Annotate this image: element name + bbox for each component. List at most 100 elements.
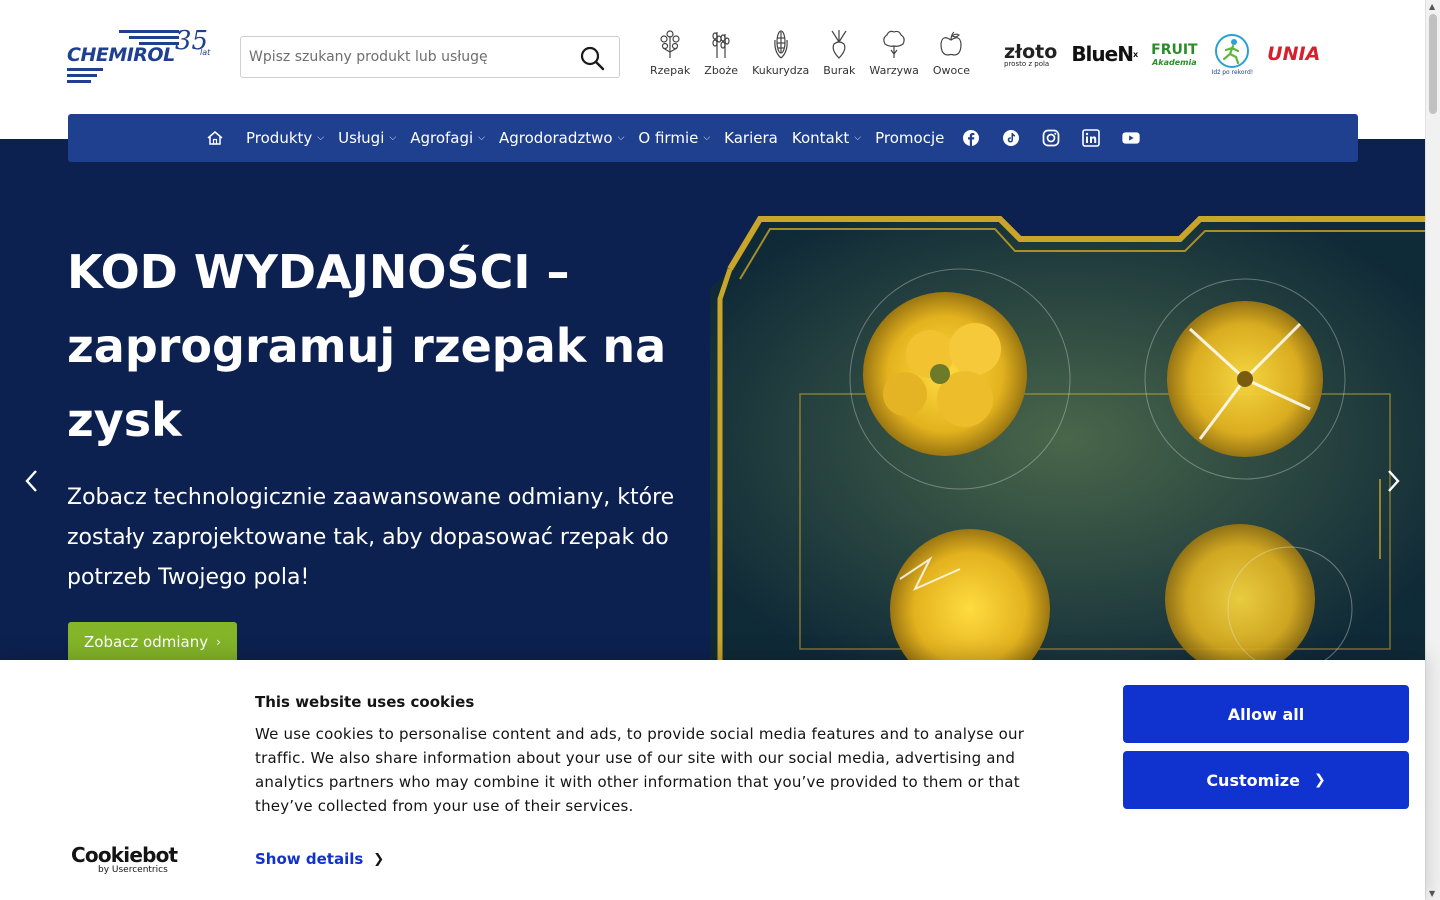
crop-categories: Rzepak Zboże Kukurydza Burak Warzywa Owo… — [650, 28, 984, 77]
show-details-label: Show details — [255, 850, 364, 868]
nav-kariera[interactable]: Kariera — [724, 129, 778, 147]
slider-prev-arrow[interactable] — [20, 467, 44, 495]
brand-bluen-logo[interactable]: BlueN x — [1071, 42, 1138, 66]
search-icon[interactable] — [579, 45, 605, 71]
fruit-icon — [940, 31, 963, 56]
runner-icon — [1215, 33, 1250, 68]
hero-subtitle: Zobacz technologicznie zaawansowane odmi… — [67, 485, 675, 590]
nav-label: Kariera — [724, 129, 778, 147]
social-facebook[interactable] — [962, 129, 980, 147]
scroll-up-arrow[interactable]: ▲ — [1429, 2, 1435, 11]
facebook-icon — [963, 130, 980, 146]
home-icon — [207, 131, 223, 145]
cookiebot-name: Cookiebot — [71, 843, 178, 867]
hero-cta-button[interactable]: Zobacz odmiany › — [68, 622, 237, 660]
crop-zboze[interactable]: Zboże — [704, 28, 738, 77]
show-details-link[interactable]: Show details ❯ — [255, 850, 384, 868]
brand-idz-po-rekord-logo[interactable]: Idź po rekord! — [1211, 33, 1254, 76]
chevron-right-icon: ❯ — [373, 851, 385, 867]
nav-promocje[interactable]: Promocje — [875, 129, 944, 147]
hero-rapeseed-image — [710, 216, 1425, 660]
crop-warzywa[interactable]: Warzywa — [869, 28, 919, 77]
cookiebot-logo[interactable]: Cookiebot by Usercentrics — [71, 843, 178, 875]
nav-label: Promocje — [875, 129, 945, 147]
brand-bluen-mark: x — [1132, 49, 1138, 59]
nav-label: Usługi — [338, 129, 385, 147]
cookie-title: This website uses cookies — [255, 693, 475, 711]
nav-label: Produkty — [246, 129, 313, 147]
nav-agrofagi[interactable]: Agrofagi ⌵ — [410, 129, 485, 147]
allow-all-button[interactable]: Allow all — [1123, 685, 1409, 743]
social-youtube[interactable] — [1122, 129, 1140, 147]
brand-unia-name: UNIA — [1267, 43, 1321, 65]
crop-kukurydza[interactable]: Kukurydza — [752, 28, 809, 77]
social-instagram[interactable] — [1042, 129, 1060, 147]
crop-label: Kukurydza — [752, 64, 810, 77]
brand-zloto-tagline: prosto z pola — [1004, 59, 1050, 68]
grain-icon — [712, 32, 730, 58]
nav-kontakt[interactable]: Kontakt ⌵ — [792, 129, 861, 147]
cookie-description: We use cookies to personalise content an… — [255, 725, 1025, 815]
nav-o-firmie[interactable]: O firmie ⌵ — [638, 129, 710, 147]
brand-logos: złoto prosto z pola BlueN x FRUIT Akademi… — [1004, 30, 1334, 78]
crop-label: Burak — [823, 64, 856, 77]
hero-title: KOD WYDAJNOŚCI – zaprogramuj rzepak na z… — [67, 245, 667, 447]
nav-agrodoradztwo[interactable]: Agrodoradztwo ⌵ — [499, 129, 624, 147]
slider-next-arrow[interactable] — [1381, 467, 1405, 495]
logo-wordmark: CHEMIROL — [67, 44, 175, 66]
tiktok-icon — [1003, 130, 1020, 146]
crop-rzepak[interactable]: Rzepak — [650, 28, 690, 77]
crop-label: Rzepak — [650, 64, 691, 77]
scroll-thumb[interactable] — [1429, 14, 1437, 114]
instagram-icon — [1042, 129, 1060, 147]
corn-icon — [773, 30, 788, 59]
brand-fruit-name: FRUIT — [1151, 41, 1198, 58]
scroll-down-arrow[interactable]: ▼ — [1429, 889, 1435, 898]
brand-bluen-name: BlueN — [1071, 42, 1134, 66]
chevron-down-icon: ⌵ — [389, 133, 397, 143]
main-navigation: Produkty ⌵ Usługi ⌵ Agrofagi ⌵ Agrodoradztw… — [68, 114, 1358, 162]
social-linkedin[interactable] — [1082, 129, 1101, 147]
nav-label: Kontakt — [791, 129, 850, 147]
crop-owoce[interactable]: Owoce — [933, 28, 970, 77]
hero-slider: KOD WYDAJNOŚCI – zaprogramuj rzepak na z… — [0, 139, 1425, 660]
nav-uslugi[interactable]: Usługi ⌵ — [338, 129, 396, 147]
chevron-down-icon: ⌵ — [854, 133, 862, 143]
crop-label: Owoce — [932, 64, 971, 77]
brand-fruit-sub: Akademia — [1152, 57, 1197, 67]
vegetables-icon — [883, 30, 905, 58]
crop-burak[interactable]: Burak — [823, 28, 855, 77]
chevron-down-icon: ⌵ — [317, 133, 325, 143]
chevron-right-icon: › — [216, 635, 221, 649]
nav-label: Agrofagi — [410, 129, 474, 147]
beet-icon — [831, 30, 847, 59]
brand-idz-tagline: Idź po rekord! — [1211, 68, 1254, 76]
brand-fruit-akademia-logo[interactable]: FRUIT Akademia — [1151, 42, 1197, 67]
chevron-right-icon — [1388, 470, 1400, 492]
youtube-icon — [1122, 132, 1140, 144]
crop-label: Zboże — [704, 64, 739, 77]
customize-button[interactable]: Customize ❯ — [1123, 751, 1409, 809]
cookiebot-sub: by Usercentrics — [98, 865, 168, 875]
crop-label: Warzywa — [869, 64, 919, 77]
hero-cta-label: Zobacz odmiany — [84, 633, 209, 651]
nav-produkty[interactable]: Produkty ⌵ — [246, 129, 324, 147]
search-input[interactable] — [249, 37, 559, 77]
logo-anniversary-suffix: lat — [200, 48, 211, 57]
chevron-down-icon: ⌵ — [478, 133, 485, 143]
brand-zloto-logo[interactable]: złoto prosto z pola — [1004, 41, 1057, 68]
allow-all-label: Allow all — [1227, 704, 1305, 724]
brand-unia-logo[interactable]: UNIA — [1267, 43, 1320, 65]
customize-label: Customize — [1206, 770, 1300, 790]
social-tiktok[interactable] — [1002, 129, 1020, 147]
nav-home[interactable] — [206, 129, 224, 147]
page-scrollbar[interactable]: ▲ ▼ — [1425, 0, 1440, 900]
rapeseed-icon — [660, 30, 680, 58]
logo-stripes — [67, 68, 103, 86]
cookie-consent-banner: Cookiebot by Usercentrics This website u… — [0, 660, 1425, 900]
search-box — [240, 36, 620, 78]
linkedin-icon — [1082, 129, 1101, 147]
chemirol-logo[interactable]: CHEMIROL 35 lat — [67, 26, 212, 86]
chevron-left-icon — [25, 470, 37, 492]
chevron-down-icon: ⌵ — [703, 133, 711, 143]
